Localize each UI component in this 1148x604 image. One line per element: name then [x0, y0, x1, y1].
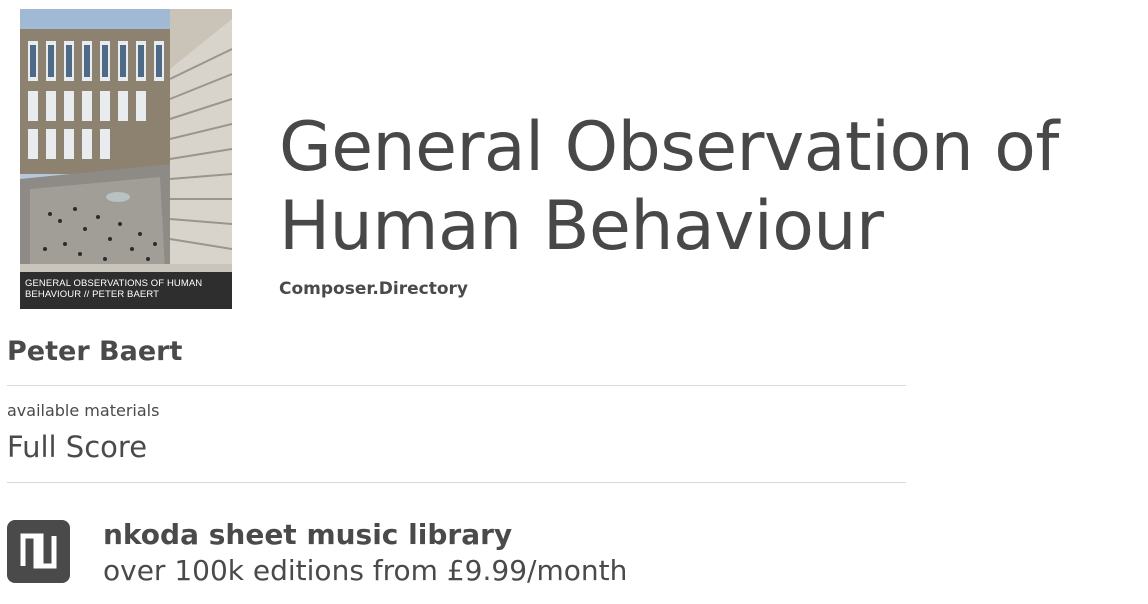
cover-image[interactable]: GENERAL OBSERVATIONS OF HUMAN BEHAVIOUR …: [20, 9, 232, 309]
page-title-text: General Observation of Human Behaviour: [279, 108, 1059, 266]
nkoda-promo-link[interactable]: nkoda sheet music library over 100k edit…: [7, 518, 707, 588]
cover-caption-line2: BEHAVIOUR // PETER BAERT: [25, 289, 160, 300]
source-link[interactable]: Composer.Directory: [279, 279, 468, 299]
cover-caption: GENERAL OBSERVATIONS OF HUMAN BEHAVIOUR …: [20, 272, 232, 309]
promo-title: nkoda sheet music library: [103, 518, 513, 551]
materials-value: Full Score: [7, 430, 148, 464]
materials-label: available materials: [7, 401, 160, 420]
promo-subtitle: over 100k editions from £9.99/month: [103, 554, 628, 587]
nkoda-logo-icon: [7, 520, 70, 583]
cover-caption-line1: GENERAL OBSERVATIONS OF HUMAN: [25, 278, 203, 289]
page-title: General Observation of Human Behaviour: [279, 108, 1139, 266]
cover-photo: [20, 9, 232, 309]
divider: [7, 482, 906, 483]
composer-name[interactable]: Peter Baert: [7, 336, 182, 367]
divider: [7, 385, 906, 386]
